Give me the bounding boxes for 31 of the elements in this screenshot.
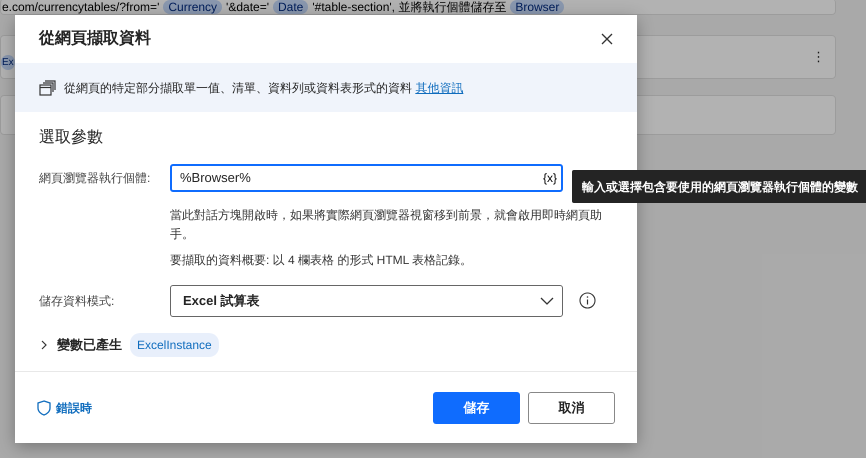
windows-icon: [39, 80, 56, 96]
summary-text: 要擷取的資料概要: 以 4 欄表格 的形式 HTML 表格記錄。: [170, 252, 474, 270]
close-icon[interactable]: [601, 33, 613, 45]
cancel-button[interactable]: 取消: [528, 392, 615, 424]
variable-chip: ExcelInstance: [130, 332, 219, 357]
token: Date: [273, 0, 308, 14]
browser-instance-field[interactable]: %Browser% {x}: [170, 164, 563, 192]
field-label: 儲存資料模式:: [39, 292, 116, 310]
chevron-down-icon: [540, 296, 554, 305]
variable-button[interactable]: {x}: [542, 169, 557, 187]
info-text: 從網頁的特定部分擷取單一值、清單、資料列或資料表形式的資料 其他資訊: [64, 80, 464, 96]
save-button[interactable]: 儲存: [433, 392, 520, 424]
shield-icon: [37, 400, 51, 416]
chevron-right-icon[interactable]: [39, 340, 49, 350]
tooltip: 輸入或選擇包含要使用的網頁瀏覽器執行個體的變數: [572, 170, 866, 203]
section-title: 選取參數: [39, 128, 104, 148]
dialog-title: 從網頁擷取資料: [39, 28, 151, 49]
token: Currency: [163, 0, 222, 14]
more-info-link[interactable]: 其他資訊: [415, 80, 464, 94]
on-error-link[interactable]: 錯誤時: [56, 398, 92, 416]
info-icon: [579, 292, 596, 310]
command-text: '&date=': [226, 0, 269, 14]
token: Browser: [510, 0, 564, 14]
command-text: '#table-section', 並將執行個體儲存至: [312, 0, 506, 14]
variables-label: 變數已產生: [57, 336, 122, 354]
more-menu[interactable]: ⋮: [812, 47, 825, 67]
command-text: e.com/currencytables/?from=': [2, 0, 160, 14]
token: Ex: [1, 54, 15, 70]
help-text: 當此對話方塊開啟時，如果將實際網頁瀏覽器視窗移到前景，就會啟用即時網頁助手。: [170, 207, 603, 243]
save-mode-dropdown[interactable]: Excel 試算表: [170, 284, 563, 317]
field-label: 網頁瀏覽器執行個體:: [39, 170, 152, 187]
